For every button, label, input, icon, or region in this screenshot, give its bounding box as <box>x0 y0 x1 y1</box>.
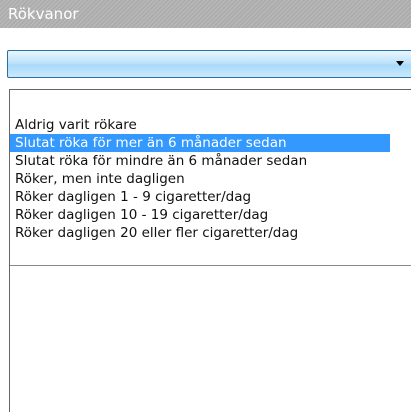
option-quit-more-than-6-months[interactable]: Slutat röka för mer än 6 månader sedan <box>10 134 390 152</box>
option-never-smoker[interactable]: Aldrig varit rökare <box>10 116 390 134</box>
section-header: Rökvanor <box>0 0 411 28</box>
option-quit-less-than-6-months[interactable]: Slutat röka för mindre än 6 månader seda… <box>10 152 390 170</box>
option-smokes-not-daily[interactable]: Röker, men inte dagligen <box>10 170 390 188</box>
smoking-habits-select[interactable] <box>7 50 411 78</box>
dropdown-panel: Aldrig varit rökare Slutat röka för mer … <box>9 89 411 412</box>
option-daily-10-19[interactable]: Röker dagligen 10 - 19 cigaretter/dag <box>10 206 390 224</box>
option-daily-20-plus[interactable]: Röker dagligen 20 eller fler cigaretter/… <box>10 224 390 242</box>
dropdown-arrow-icon[interactable] <box>396 61 404 66</box>
section-title: Rökvanor <box>8 5 79 23</box>
dropdown-options-list: Aldrig varit rökare Slutat röka för mer … <box>10 90 411 266</box>
option-daily-1-9[interactable]: Röker dagligen 1 - 9 cigaretter/dag <box>10 188 390 206</box>
